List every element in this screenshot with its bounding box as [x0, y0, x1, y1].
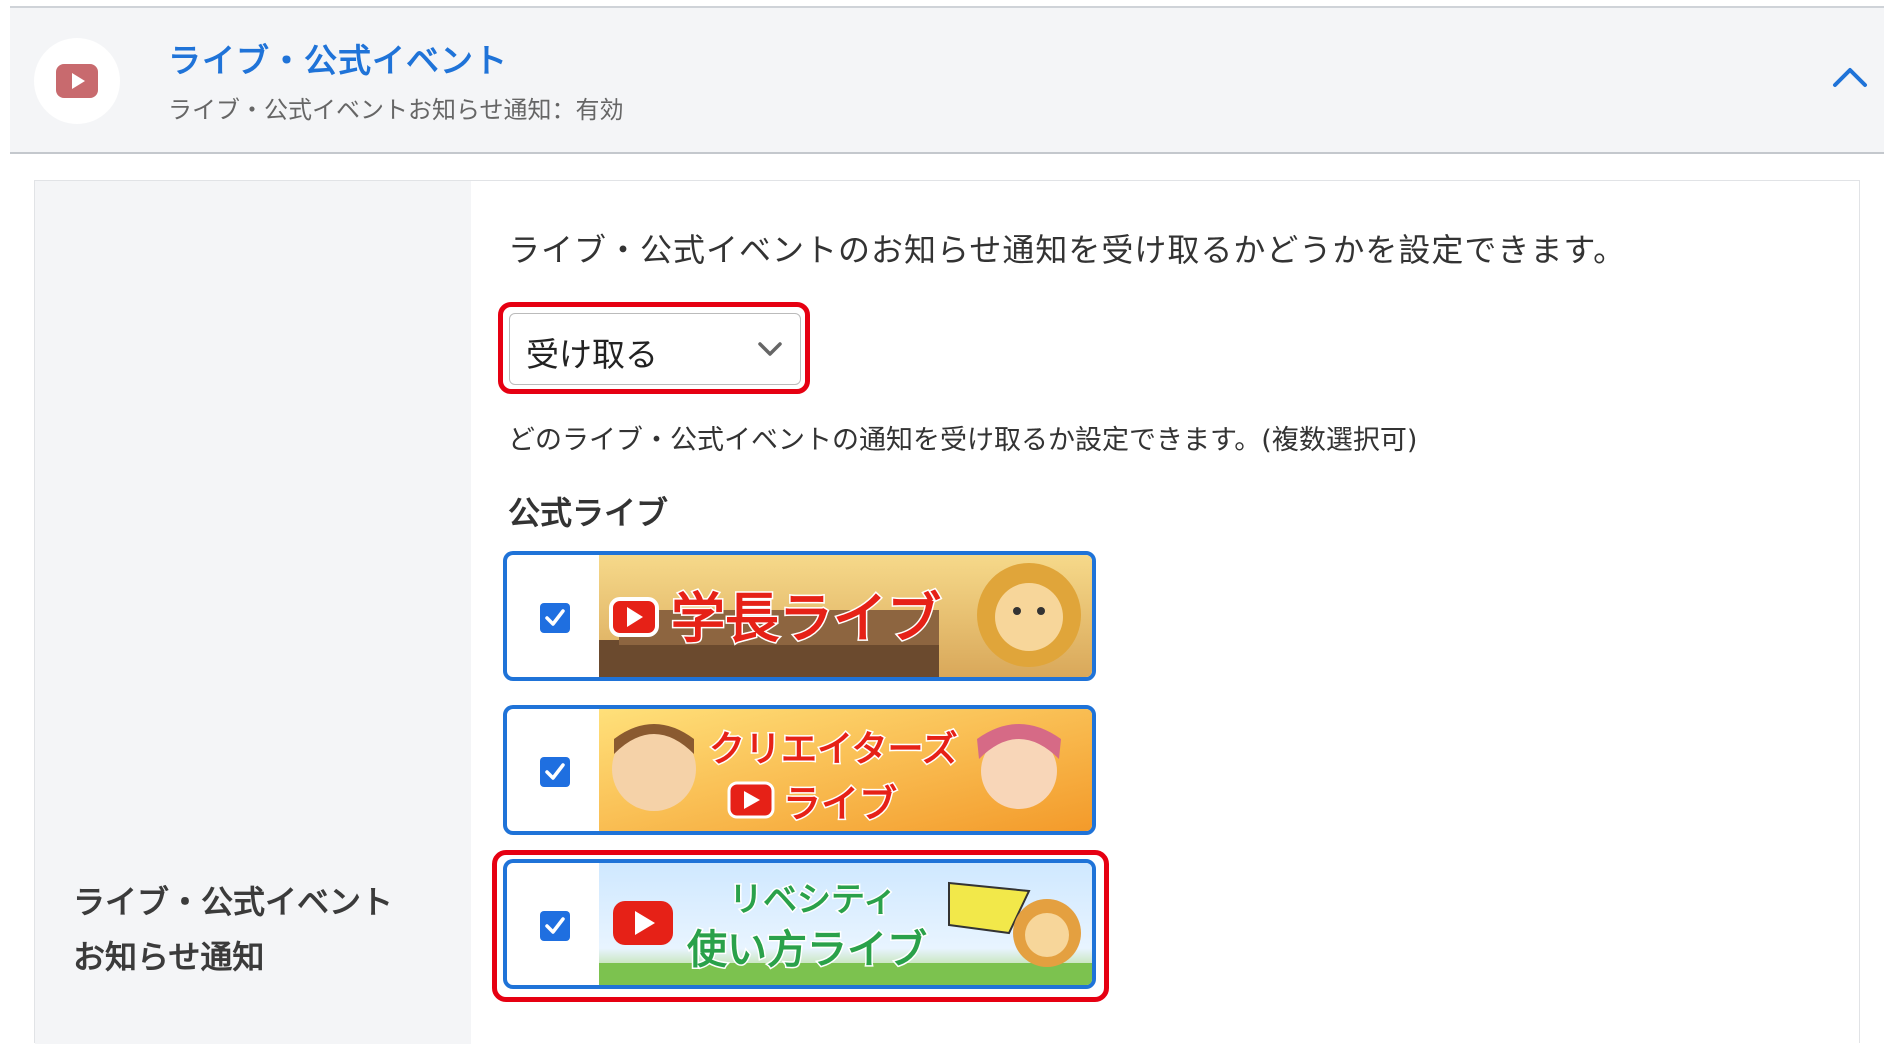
event-card-creators-live[interactable]: クリエイターズ ライブ [503, 705, 1096, 835]
setting-label-line2: お知らせ通知 [73, 938, 265, 976]
chevron-up-icon[interactable] [1832, 66, 1868, 88]
event-checkbox-gakucho-live[interactable] [540, 603, 570, 633]
chevron-down-icon [758, 342, 782, 356]
libecity-howto-live-banner: リベシティ 使い方ライブ [599, 863, 1092, 985]
select-value: 受け取る [526, 335, 658, 374]
event-checkbox-libecity-howto-live[interactable] [540, 911, 570, 941]
section-title: ライブ・公式イベント [168, 41, 508, 80]
creators-live-banner: クリエイターズ ライブ [599, 709, 1092, 831]
banner-text-creators-line1: クリエイターズ [709, 728, 958, 769]
section-status: ライブ・公式イベントお知らせ通知：有効 [168, 96, 624, 124]
banner-text-creators-line2: ライブ [783, 783, 897, 826]
setting-label: ライブ・公式イベント お知らせ通知 [73, 875, 393, 985]
event-checkbox-creators-live[interactable] [540, 757, 570, 787]
banner-text-gakucho-live: 学長ライブ [671, 588, 941, 649]
gakucho-live-banner: 学長ライブ [599, 555, 1092, 677]
setting-label-column: ライブ・公式イベント お知らせ通知 [35, 181, 471, 1044]
event-card-libecity-howto-live[interactable]: リベシティ 使い方ライブ [503, 859, 1096, 989]
banner-text-libecity-line1: リベシティ [729, 881, 897, 919]
accordion-header[interactable]: ライブ・公式イベント ライブ・公式イベントお知らせ通知：有効 [10, 8, 1884, 154]
official-live-heading: 公式ライブ [508, 494, 669, 532]
event-card-gakucho-live[interactable]: 学長ライブ [503, 551, 1096, 681]
selection-description: どのライブ・公式イベントの通知を受け取るか設定できます。(複数選択可) [508, 425, 1418, 456]
banner-text-libecity-line2: 使い方ライブ [687, 927, 927, 972]
setting-label-line1: ライブ・公式イベント [73, 883, 394, 921]
youtube-play-icon [34, 38, 120, 124]
receive-select[interactable]: 受け取る [509, 313, 801, 385]
setting-description: ライブ・公式イベントのお知らせ通知を受け取るかどうかを設定できます。 [508, 231, 1627, 269]
